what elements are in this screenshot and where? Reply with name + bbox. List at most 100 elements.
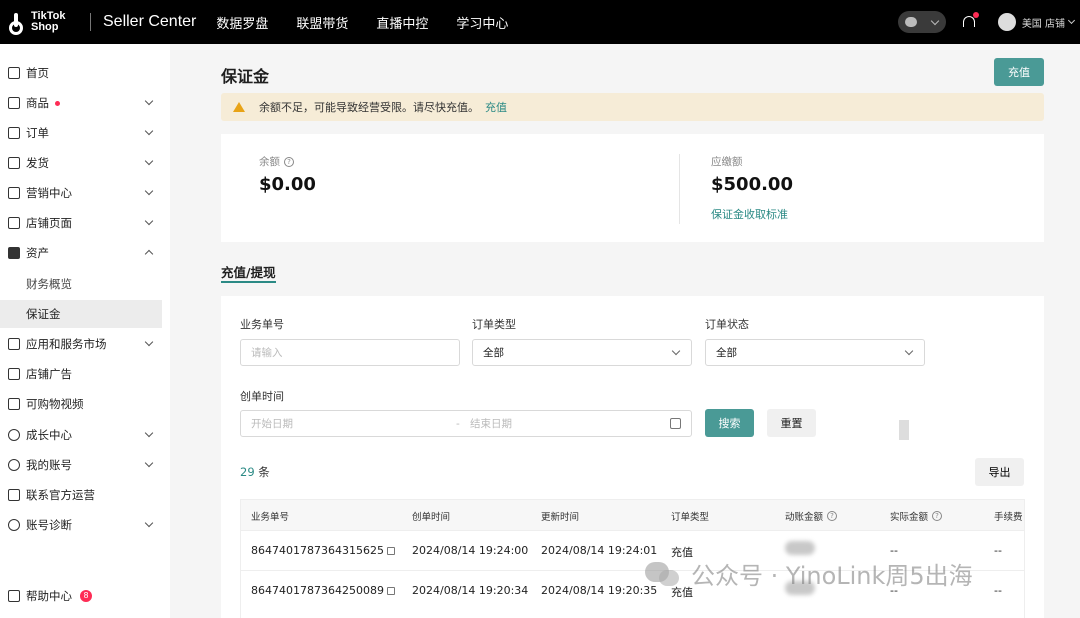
col-business-no: 业务单号 [251,512,290,523]
store-name[interactable]: 美国 店铺 [1022,15,1065,30]
sidebar-item-shipping[interactable]: 发货 [0,148,170,178]
tiktok-shop-logo[interactable]: TikTok Shop [8,11,78,35]
end-date-placeholder[interactable]: 结束日期 [470,416,512,431]
sidebar-item-shoppable-video[interactable]: 可购物视频 [0,389,170,419]
store-avatar[interactable] [997,13,1016,31]
top-nav: 数据罗盘 联盟带货 直播中控 学习中心 [216,13,536,32]
sidebar-item-my-account[interactable]: 我的账号 [0,450,170,480]
contact-icon [8,489,20,501]
sidebar-item-label: 发货 [26,156,49,170]
top-nav-live-control[interactable]: 直播中控 [376,13,428,32]
order-type-select[interactable]: 全部 [472,339,692,366]
col-actual-amount: 实际金额 [890,512,929,523]
warning-icon [233,102,245,112]
sidebar-item-label: 帮助中心 [26,589,72,603]
cell-updated-time: 2024/08/14 19:24:01 [541,544,658,557]
order-status-select[interactable]: 全部 [705,339,925,366]
due-value: $500.00 [711,174,793,195]
sidebar-item-assets[interactable]: 资产 [0,238,170,268]
alert-recharge-link[interactable]: 充值 [485,99,507,115]
chat-button[interactable] [897,11,946,33]
chevron-down-icon [144,216,154,226]
chevron-down-icon [144,428,154,438]
sidebar-item-account-diagnosis[interactable]: 账号诊断 [0,510,170,540]
sidebar-item-app-market[interactable]: 应用和服务市场 [0,329,170,359]
store-icon [8,217,20,229]
sidebar-item-home[interactable]: 首页 [0,58,170,88]
sidebar-item-store-page[interactable]: 店铺页面 [0,208,170,238]
cell-fee: -- [994,544,1002,557]
business-no-input[interactable]: 请输入 [240,339,460,366]
notification-bell-icon[interactable] [962,12,979,29]
start-date-placeholder[interactable]: 开始日期 [251,416,456,431]
top-nav-data-compass[interactable]: 数据罗盘 [216,13,268,32]
created-time-label: 创单时间 [240,390,284,403]
export-button[interactable]: 导出 [975,458,1024,486]
top-nav-learning[interactable]: 学习中心 [456,13,508,32]
date-separator: - [456,417,460,430]
sidebar-item-store-ads[interactable]: 店铺广告 [0,359,170,389]
sidebar-item-label: 店铺广告 [26,367,72,381]
sidebar-item-help-center[interactable]: 帮助中心 8 [0,581,170,611]
top-nav-affiliate[interactable]: 联盟带货 [296,13,348,32]
reset-button[interactable]: 重置 [767,409,816,437]
question-icon[interactable]: ? [284,156,294,167]
calendar-icon [670,418,681,429]
truck-icon [8,157,20,169]
logo-line-2: Shop [31,21,59,33]
chevron-down-icon [931,16,940,25]
page-title: 保证金 [221,67,270,86]
order-icon [8,127,20,139]
chevron-down-icon [144,337,154,347]
order-type-value: 全部 [483,347,504,359]
alert-text: 余额不足，可能导致经营受限。请尽快充值。 [259,101,479,114]
business-no-label: 业务单号 [240,318,284,331]
sidebar-subitem-finance-overview[interactable]: 财务概览 [0,270,162,298]
user-icon [8,459,20,471]
sidebar-item-label: 商品 [26,96,49,110]
chevron-down-icon [144,518,154,528]
deposit-standard-link[interactable]: 保证金收取标准 [711,206,788,222]
business-no-text: 8647401787364315625 [251,544,384,557]
col-order-type: 订单类型 [671,512,710,523]
sidebar-item-marketing[interactable]: 营销中心 [0,178,170,208]
help-icon [8,590,20,602]
insufficient-balance-alert: 余额不足，可能导致经营受限。请尽快充值。 充值 [221,93,1044,121]
col-transaction-amount-wrap: 动账金额 ? [785,509,838,523]
order-status-label: 订单状态 [705,318,749,331]
tab-recharge-withdraw[interactable]: 充值/提现 [221,262,276,281]
chevron-down-icon[interactable] [1067,16,1076,25]
logo-divider [90,13,91,31]
copy-icon[interactable] [386,586,395,595]
sidebar-subitem-deposit[interactable]: 保证金 [0,300,162,328]
tiktok-logo-icon [8,12,26,35]
sidebar-item-label: 联系官方运营 [26,488,95,502]
cell-created-time: 2024/08/14 19:20:34 [412,584,529,597]
search-button[interactable]: 搜索 [705,409,754,437]
sidebar-item-label: 店铺页面 [26,216,72,230]
sidebar-item-growth-center[interactable]: 成长中心 [0,420,170,450]
scroll-handle[interactable] [899,420,909,440]
copy-icon[interactable] [386,546,395,555]
sidebar: 首页 商品 订单 发货 营销中心 店铺页面 资产 财务概览 保证金 应用和服务市… [0,44,170,618]
diagnosis-icon [8,519,20,531]
question-icon[interactable]: ? [932,511,943,521]
top-right-tools: 美国 店铺 [897,0,1080,44]
tab-active-indicator [221,281,276,283]
apps-icon [8,338,20,350]
sidebar-item-label: 应用和服务市场 [26,337,107,351]
balance-label-wrap: 余额 ? [259,154,294,169]
sidebar-item-label: 营销中心 [26,186,72,200]
recharge-button[interactable]: 充值 [994,58,1044,86]
date-range-picker[interactable]: 开始日期 - 结束日期 [240,410,692,437]
wallet-icon [8,247,20,259]
sidebar-item-contact-ops[interactable]: 联系官方运营 [0,480,170,510]
sidebar-item-label: 订单 [26,126,49,140]
question-icon[interactable]: ? [827,511,838,521]
sidebar-item-orders[interactable]: 订单 [0,118,170,148]
top-bar: TikTok Shop Seller Center 数据罗盘 联盟带货 直播中控… [0,0,1080,44]
cell-created-time: 2024/08/14 19:24:00 [412,544,529,557]
ads-icon [8,368,20,380]
chevron-down-icon [144,126,154,136]
sidebar-item-products[interactable]: 商品 [0,88,170,118]
